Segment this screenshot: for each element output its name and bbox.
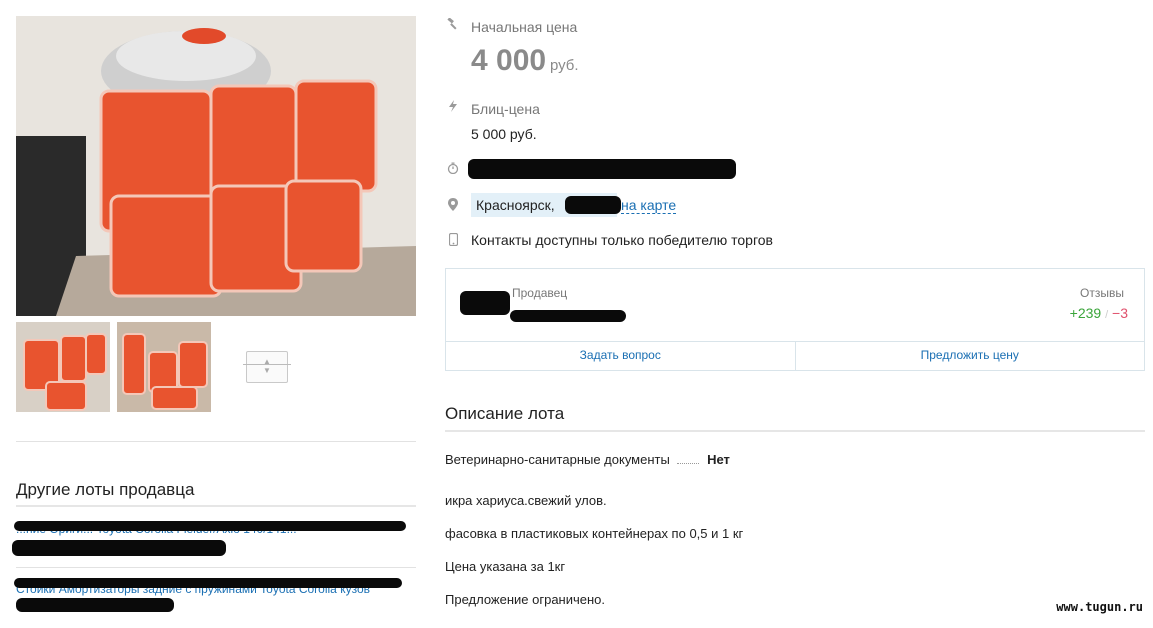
divider — [445, 430, 1145, 432]
description-line: икра хариуса.свежий улов. — [445, 493, 607, 508]
description-line: Цена указана за 1кг — [445, 559, 566, 574]
offer-price-button[interactable]: Предложить цену — [794, 342, 1145, 370]
thumbnail-1[interactable] — [16, 322, 110, 412]
blitz-price-value: 5 000 руб. — [471, 126, 537, 142]
map-pin-icon — [445, 198, 461, 214]
redaction — [16, 598, 174, 612]
reviews-positive: +239 — [1069, 305, 1102, 321]
divider — [16, 441, 416, 442]
map-link[interactable]: на карте — [621, 197, 677, 214]
docs-label: Ветеринарно-санитарные документы — [445, 452, 670, 467]
reviews-separator: / — [1105, 309, 1109, 321]
description-line: фасовка в пластиковых контейнерах по 0,5… — [445, 526, 744, 541]
phone-icon — [445, 232, 461, 249]
redaction — [14, 578, 402, 588]
seller-avatar — [460, 291, 510, 315]
seller-card: Продавец Отзывы +239 / −3 Задать вопрос … — [445, 268, 1145, 371]
start-price-label: Начальная цена — [471, 19, 578, 35]
reviews-negative: −3 — [1112, 305, 1128, 321]
divider — [16, 567, 416, 568]
docs-row: Ветеринарно-санитарные документы Нет — [445, 452, 730, 467]
more-photos-icon[interactable]: ▲ ▼ — [243, 351, 291, 383]
docs-value: Нет — [707, 452, 730, 467]
start-price-amount: 4 000 — [471, 44, 547, 77]
thumbnail-2[interactable] — [117, 322, 211, 412]
reviews-counts[interactable]: +239 / −3 — [1070, 305, 1128, 321]
redaction — [468, 159, 736, 179]
redaction — [14, 521, 406, 531]
description-title: Описание лота — [445, 404, 565, 423]
description-line: Предложение ограничено. — [445, 592, 606, 607]
blitz-price-label: Блиц-цена — [471, 101, 540, 117]
hammer-icon — [445, 17, 461, 33]
seller-name[interactable] — [510, 310, 626, 322]
clock-icon — [445, 162, 461, 177]
seller-label: Продавец — [512, 286, 568, 300]
start-price: 4 000 руб. — [471, 44, 579, 78]
redaction — [565, 196, 621, 214]
divider — [16, 505, 416, 507]
start-price-currency: руб. — [549, 57, 579, 74]
other-lots-title: Другие лоты продавца — [16, 480, 195, 499]
reviews-label: Отзывы — [1080, 286, 1124, 300]
watermark: www.tugun.ru — [1056, 600, 1143, 614]
ask-question-button[interactable]: Задать вопрос — [446, 342, 795, 370]
redaction — [12, 540, 226, 556]
lightning-icon — [445, 100, 461, 115]
location-city: Красноярск, — [476, 197, 555, 213]
contacts-text: Контакты доступны только победителю торг… — [471, 232, 773, 248]
main-photo[interactable] — [16, 16, 416, 316]
